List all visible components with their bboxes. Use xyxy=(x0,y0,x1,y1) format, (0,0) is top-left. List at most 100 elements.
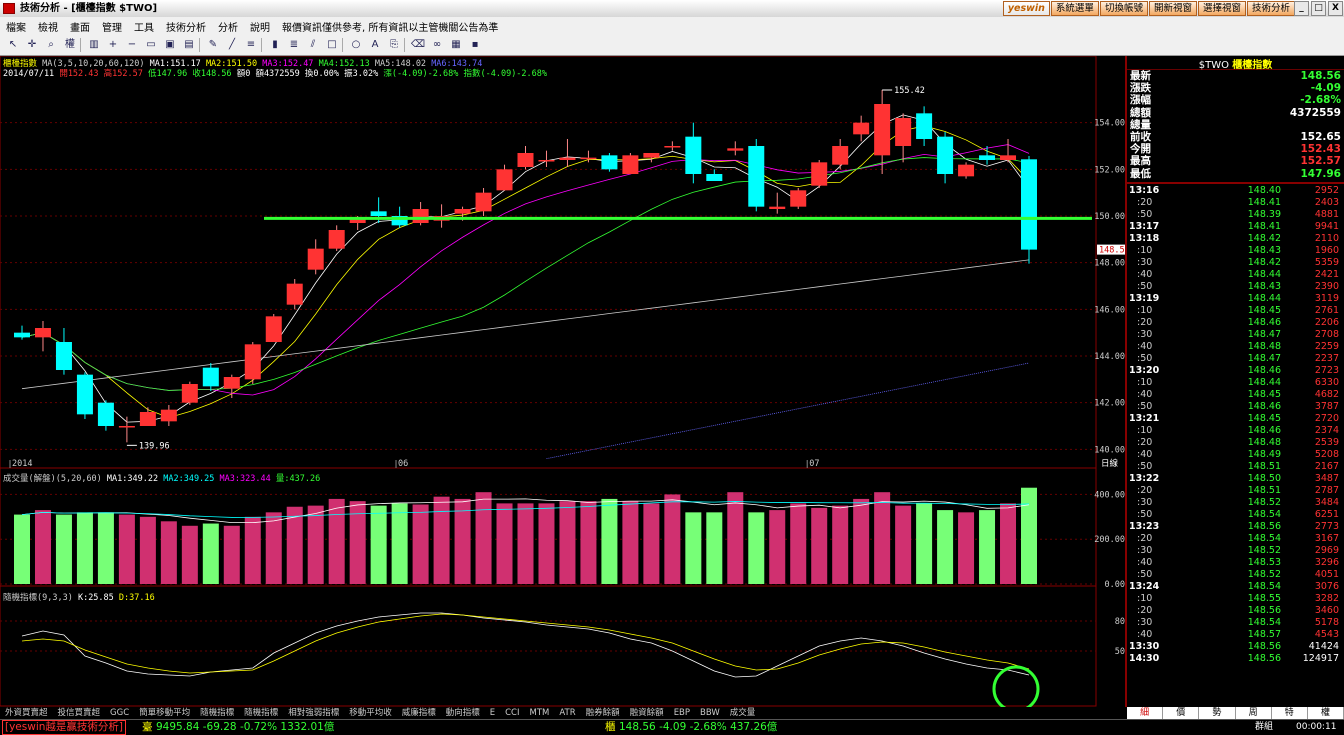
tick-row[interactable]: 13:18 148.42 2110 xyxy=(1127,232,1344,244)
tick-row[interactable]: :40 148.49 5208 xyxy=(1127,448,1344,460)
tick-row[interactable]: 13:22 148.50 3487 xyxy=(1127,472,1344,484)
tick-row[interactable]: 13:17 148.41 9941 xyxy=(1127,220,1344,232)
quote-tab[interactable]: 周 xyxy=(1236,707,1272,719)
tick-row[interactable]: :10 148.44 6330 xyxy=(1127,376,1344,388)
tick-row[interactable]: 14:30 148.56 124917 xyxy=(1127,652,1344,664)
tick-row[interactable]: :20 148.46 2206 xyxy=(1127,316,1344,328)
indicator-tab[interactable]: 移動平均收 xyxy=(344,707,397,719)
tick-row[interactable]: :40 148.53 3296 xyxy=(1127,556,1344,568)
rect-icon[interactable]: □ xyxy=(323,37,341,53)
link-icon[interactable]: ∞ xyxy=(428,37,446,53)
indicator-tab[interactable]: 相對強弱指標 xyxy=(283,707,344,719)
tick-row[interactable]: :10 148.43 1960 xyxy=(1127,244,1344,256)
tick-row[interactable]: :30 148.52 2969 xyxy=(1127,544,1344,556)
tech-analysis-button[interactable]: 技術分析 xyxy=(1246,1,1295,16)
window-icon[interactable]: ▭ xyxy=(142,37,160,53)
tick-row[interactable]: :10 148.45 2761 xyxy=(1127,304,1344,316)
rights-icon[interactable]: 權 xyxy=(61,37,79,53)
maximize-button[interactable]: □ xyxy=(1311,1,1326,16)
pointer-icon[interactable]: ↖ xyxy=(4,37,22,53)
new-window-button[interactable]: 開新視窗 xyxy=(1148,1,1197,16)
eraser-icon[interactable]: ⌫ xyxy=(409,37,427,53)
bars-icon[interactable]: ▥ xyxy=(85,37,103,53)
indicator-tab[interactable]: 動向指標 xyxy=(441,707,485,719)
brand-label[interactable]: [yeswin越是贏技術分析] xyxy=(2,720,126,735)
quote-tab[interactable]: 特 xyxy=(1272,707,1308,719)
tick-row[interactable]: :50 148.46 3787 xyxy=(1127,400,1344,412)
ellipse-icon[interactable]: ○ xyxy=(347,37,365,53)
indicator-tab[interactable]: BBW xyxy=(695,707,725,719)
tick-row[interactable]: :10 148.46 2374 xyxy=(1127,424,1344,436)
indicator-tab[interactable]: ATR xyxy=(554,707,580,719)
tick-row[interactable]: :30 148.54 5178 xyxy=(1127,616,1344,628)
indicator-tab[interactable]: E xyxy=(485,707,500,719)
menu-file[interactable]: 檔案 xyxy=(0,19,32,34)
tick-row[interactable]: :50 148.54 6251 xyxy=(1127,508,1344,520)
save-icon[interactable]: ▪ xyxy=(466,37,484,53)
tick-list[interactable]: 13:16 148.40 2952:20 148.41 2403:50 148.39 488… xyxy=(1127,184,1344,664)
menu-tech-analysis[interactable]: 技術分析 xyxy=(160,19,212,34)
fib-icon[interactable]: ≡ xyxy=(242,37,260,53)
draw-icon[interactable]: ✎ xyxy=(204,37,222,53)
minimize-button[interactable]: _ xyxy=(1294,1,1309,16)
tick-row[interactable]: :40 148.48 2259 xyxy=(1127,340,1344,352)
tick-row[interactable]: :40 148.45 4682 xyxy=(1127,388,1344,400)
tick-row[interactable]: 13:19 148.44 3119 xyxy=(1127,292,1344,304)
indicator-tab[interactable]: 投信買賣超 xyxy=(53,707,106,719)
quote-tab[interactable]: 細 xyxy=(1127,707,1164,719)
tick-row[interactable]: 13:24 148.54 3076 xyxy=(1127,580,1344,592)
menu-tools[interactable]: 工具 xyxy=(128,19,160,34)
tick-row[interactable]: 13:20 148.46 2723 xyxy=(1127,364,1344,376)
tick-row[interactable]: :30 148.42 5359 xyxy=(1127,256,1344,268)
tick-row[interactable]: :50 148.39 4881 xyxy=(1127,208,1344,220)
tick-row[interactable]: :40 148.44 2421 xyxy=(1127,268,1344,280)
indicator-tab[interactable]: CCI xyxy=(500,707,524,719)
menu-analysis[interactable]: 分析 xyxy=(212,19,244,34)
quote-tab[interactable]: 勢 xyxy=(1199,707,1236,719)
hist-icon[interactable]: ▮ xyxy=(266,37,284,53)
select-window-button[interactable]: 選擇視窗 xyxy=(1197,1,1246,16)
menu-screen[interactable]: 畫面 xyxy=(64,19,96,34)
indicator-tab[interactable]: 外資買賣超 xyxy=(0,707,53,719)
tick-row[interactable]: 13:23 148.56 2773 xyxy=(1127,520,1344,532)
group-label[interactable]: 群組 xyxy=(1255,720,1273,735)
multi-line-icon[interactable]: ≣ xyxy=(285,37,303,53)
quote-tab[interactable]: 價 xyxy=(1163,707,1200,719)
tick-row[interactable]: 13:30 148.56 41424 xyxy=(1127,640,1344,652)
indicator-tab[interactable]: EBP xyxy=(669,707,695,719)
menu-view[interactable]: 檢視 xyxy=(32,19,64,34)
window3-icon[interactable]: ▤ xyxy=(180,37,198,53)
tick-row[interactable]: :20 148.51 2787 xyxy=(1127,484,1344,496)
system-menu-button[interactable]: 系統選單 xyxy=(1050,1,1099,16)
chart-area[interactable]: 154.00 152.00 150.00 148.00 146.00 144.00 142.… xyxy=(0,55,1130,713)
indicator-tab[interactable]: 簡單移動平均 xyxy=(134,707,195,719)
text-icon[interactable]: A xyxy=(366,37,384,53)
tick-row[interactable]: :50 148.43 2390 xyxy=(1127,280,1344,292)
tick-row[interactable]: :40 148.57 4543 xyxy=(1127,628,1344,640)
indicator-tab[interactable]: 隨機指標 xyxy=(195,707,239,719)
indicator-tab[interactable]: 威廉指標 xyxy=(397,707,441,719)
indicator-tab[interactable]: 隨機指標 xyxy=(239,707,283,719)
switch-account-button[interactable]: 切換帳號 xyxy=(1099,1,1148,16)
zoom-out-icon[interactable]: − xyxy=(123,37,141,53)
tick-row[interactable]: 13:16 148.40 2952 xyxy=(1127,184,1344,196)
tick-row[interactable]: :20 148.54 3167 xyxy=(1127,532,1344,544)
tick-row[interactable]: 13:21 148.45 2720 xyxy=(1127,412,1344,424)
window2-icon[interactable]: ▣ xyxy=(161,37,179,53)
menu-help[interactable]: 說明 xyxy=(244,19,276,34)
zoom-in-icon[interactable]: + xyxy=(104,37,122,53)
tick-row[interactable]: :30 148.52 3484 xyxy=(1127,496,1344,508)
yeswin-logo-button[interactable]: yeswin xyxy=(1002,1,1050,16)
tick-row[interactable]: :10 148.55 3282 xyxy=(1127,592,1344,604)
indicator-tab[interactable]: 成交量 xyxy=(725,707,761,719)
tick-row[interactable]: :30 148.47 2708 xyxy=(1127,328,1344,340)
crosshair-icon[interactable]: ✛ xyxy=(23,37,41,53)
line-tool-icon[interactable]: ╱ xyxy=(223,37,241,53)
indicator-tab[interactable]: 融券餘額 xyxy=(581,707,625,719)
tick-row[interactable]: :20 148.41 2403 xyxy=(1127,196,1344,208)
tick-row[interactable]: :50 148.51 2167 xyxy=(1127,460,1344,472)
copy-icon[interactable]: ⎘ xyxy=(385,37,403,53)
indicator-tab[interactable]: MTM xyxy=(525,707,555,719)
tick-row[interactable]: :50 148.47 2237 xyxy=(1127,352,1344,364)
zoom-icon[interactable]: ⌕ xyxy=(42,37,60,53)
